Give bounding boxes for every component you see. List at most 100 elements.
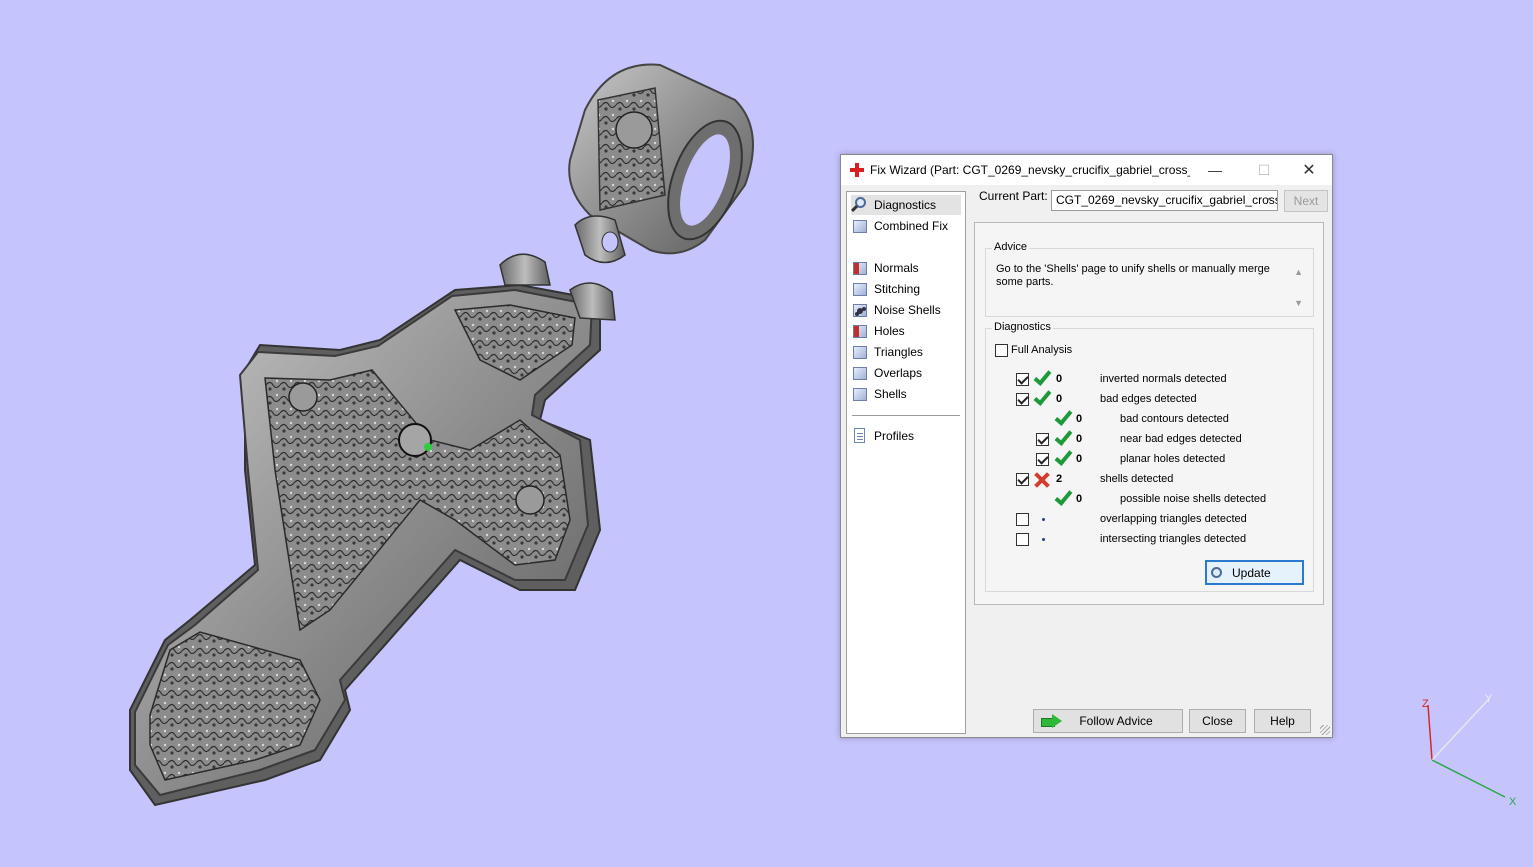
close-button[interactable]: Close [1189,709,1246,733]
triangles-cube-icon [851,343,869,361]
inverted-normals-label: inverted normals detected [1100,373,1227,385]
normals-cube-icon [851,259,869,277]
next-button[interactable]: Next [1284,190,1328,212]
nav-shells[interactable]: Shells [851,384,961,404]
planar-holes-count: 0 [1076,453,1083,465]
shells-cube-icon [851,385,869,403]
bad-contours-label: bad contours detected [1120,413,1229,425]
nav-diagnostics-label: Diagnostics [874,198,937,212]
cube-icon [851,217,869,235]
magnifier-icon [850,196,869,214]
nav-stitching-label: Stitching [874,282,921,296]
follow-advice-label: Follow Advice [1079,714,1153,728]
shells-count: 2 [1056,473,1063,485]
minimize-button[interactable]: — [1192,155,1238,185]
check-ok-icon [1033,367,1052,386]
check-ok-icon [1054,447,1073,466]
maximize-button[interactable]: ☐ [1241,155,1287,185]
full-analysis-checkbox[interactable] [995,344,1008,357]
bad-edges-label: bad edges detected [1100,393,1197,405]
bad-edges-count: 0 [1056,393,1063,405]
shells-checkbox[interactable] [1016,473,1029,486]
wizard-nav: Diagnostics Combined Fix Normals Stitchi… [846,191,966,734]
green-arrow-icon [1041,714,1062,728]
close-window-button[interactable]: ✕ [1286,155,1332,185]
chevron-down-icon: ⌄ [1263,192,1272,203]
nav-holes-label: Holes [874,324,905,338]
check-ok-icon [1033,387,1052,406]
nav-noise-shells-label: Noise Shells [874,303,941,317]
not-checked-dot-icon [1042,538,1045,541]
intersecting-triangles-checkbox[interactable] [1016,533,1029,546]
intersecting-triangles-label: intersecting triangles detected [1100,533,1247,545]
check-ok-icon [1054,407,1073,426]
bad-edges-checkbox[interactable] [1016,393,1029,406]
shells-label: shells detected [1100,473,1174,485]
scroll-down-icon[interactable]: ▼ [1294,298,1303,308]
inverted-normals-count: 0 [1056,373,1063,385]
follow-advice-button[interactable]: Follow Advice [1033,709,1183,733]
diagnostics-title: Diagnostics [992,321,1053,333]
nav-profiles-label: Profiles [874,429,915,443]
nav-noise-shells[interactable]: Noise Shells [851,300,961,320]
nav-stitching[interactable]: Stitching [851,279,961,299]
current-part-select[interactable]: CGT_0269_nevsky_crucifix_gabriel_cross_ … [1051,190,1278,211]
axis-triad [1427,699,1506,798]
diagnostics-page: Advice Go to the 'Shells' page to unify … [974,222,1324,605]
bad-contours-count: 0 [1076,413,1083,425]
near-bad-edges-checkbox[interactable] [1036,433,1049,446]
nav-diagnostics[interactable]: Diagnostics [850,195,961,215]
dialog-titlebar[interactable]: Fix Wizard (Part: CGT_0269_nevsky_crucif… [841,155,1332,185]
nav-normals[interactable]: Normals [851,258,961,278]
dialog-title: Fix Wizard (Part: CGT_0269_nevsky_crucif… [870,163,1190,177]
noise-shells-label: possible noise shells detected [1120,493,1267,505]
update-button[interactable]: Update [1205,560,1304,585]
axis-y-label: Y [1485,693,1493,705]
axis-z-label: Z [1422,698,1429,710]
nav-triangles[interactable]: Triangles [851,342,961,362]
resize-grip[interactable] [1320,725,1330,735]
error-cross-icon [1034,472,1050,488]
nav-triangles-label: Triangles [874,345,923,359]
check-ok-icon [1054,487,1073,506]
axis-x-label: X [1509,796,1517,808]
planar-holes-checkbox[interactable] [1036,453,1049,466]
full-analysis-label: Full Analysis [1011,344,1073,356]
scroll-up-icon[interactable]: ▲ [1294,267,1303,277]
nav-combined-fix-label: Combined Fix [874,219,949,233]
not-checked-dot-icon [1042,518,1045,521]
inverted-normals-checkbox[interactable] [1016,373,1029,386]
cross-body [129,253,616,807]
check-ok-icon [1054,427,1073,446]
nav-shells-label: Shells [874,387,907,401]
current-part-label: Current Part: [979,189,1048,203]
advice-title: Advice [992,241,1030,253]
overlaps-cube-icon [851,364,869,382]
overlapping-triangles-label: overlapping triangles detected [1100,513,1247,525]
diagnostics-group: Diagnostics Full Analysis 0 inverted nor… [985,321,1314,592]
advice-group: Advice Go to the 'Shells' page to unify … [985,241,1314,317]
stitching-cube-icon [851,280,869,298]
profiles-document-icon [851,427,869,445]
near-bad-edges-count: 0 [1076,433,1083,445]
noise-shells-icon [851,301,869,319]
nav-overlaps[interactable]: Overlaps [851,363,961,383]
nav-overlaps-label: Overlaps [874,366,923,380]
nav-profiles[interactable]: Profiles [851,426,961,446]
noise-shells-count: 0 [1076,493,1083,505]
nav-normals-label: Normals [874,261,919,275]
magnifier-icon [1211,567,1222,578]
overlapping-triangles-checkbox[interactable] [1016,513,1029,526]
holes-cube-icon [851,322,869,340]
help-button[interactable]: Help [1254,709,1311,733]
advice-text: Go to the 'Shells' page to unify shells … [992,262,1292,306]
planar-holes-label: planar holes detected [1120,453,1226,465]
fix-wizard-dialog[interactable]: Fix Wizard (Part: CGT_0269_nevsky_crucif… [840,154,1333,738]
red-cross-icon [850,163,864,177]
current-part-value: CGT_0269_nevsky_crucifix_gabriel_cross_ [1056,193,1278,207]
update-button-label: Update [1232,565,1271,580]
bail-ring [568,63,754,264]
nav-combined-fix[interactable]: Combined Fix [851,216,961,236]
near-bad-edges-label: near bad edges detected [1120,433,1242,445]
nav-holes[interactable]: Holes [851,321,961,341]
